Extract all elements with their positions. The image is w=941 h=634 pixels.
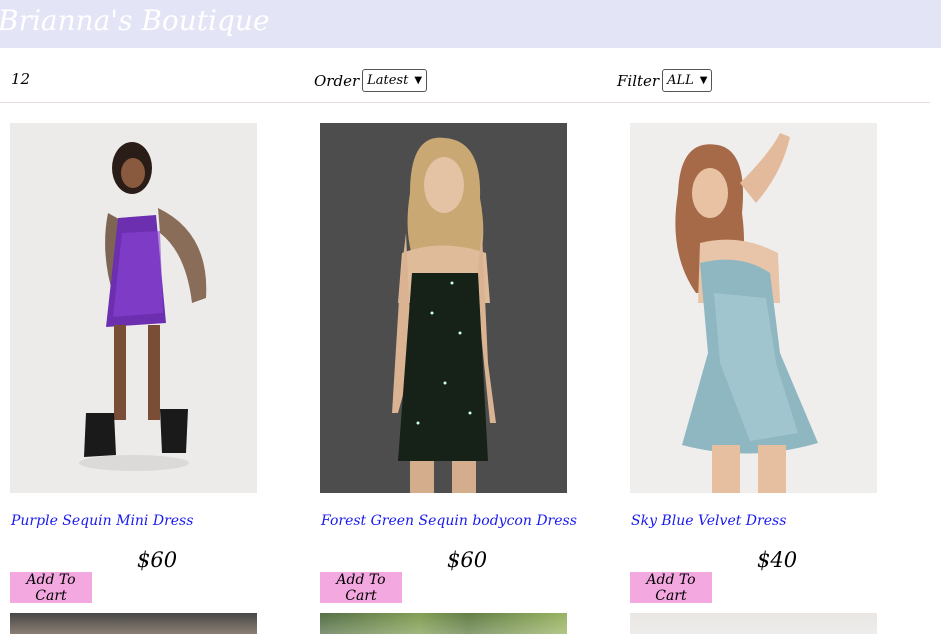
site-header: Brianna's Boutique (0, 0, 941, 48)
product-card: Purple Sequin Mini Dress $60 Add To Cart (10, 123, 310, 604)
product-price: $40 (757, 548, 798, 572)
product-price: $60 (137, 548, 178, 572)
product-count: 12 (11, 70, 31, 88)
chevron-down-icon: ▼ (414, 75, 423, 86)
product-name[interactable]: Forest Green Sequin bodycon Dress (321, 513, 577, 529)
order-control: Order Latest ▼ (314, 69, 428, 92)
order-select[interactable]: Latest ▼ (362, 69, 428, 92)
product-name[interactable]: Purple Sequin Mini Dress (11, 513, 193, 529)
product-card: Forest Green Sequin bodycon Dress $60 Ad… (320, 123, 620, 604)
filter-control: Filter ALL ▼ (617, 69, 713, 92)
product-image-next-row[interactable] (320, 613, 567, 634)
product-name[interactable]: Sky Blue Velvet Dress (631, 513, 786, 529)
product-card: Sky Blue Velvet Dress $40 Add To Cart (630, 123, 930, 604)
order-select-value: Latest (367, 73, 409, 88)
product-image[interactable] (320, 123, 567, 493)
product-image-next-row[interactable] (630, 613, 877, 634)
product-image[interactable] (10, 123, 257, 493)
filter-select[interactable]: ALL ▼ (662, 69, 713, 92)
filter-select-value: ALL (667, 73, 694, 88)
filter-label: Filter (617, 71, 660, 90)
product-image-next-row[interactable] (10, 613, 257, 634)
add-to-cart-button[interactable]: Add To Cart (10, 572, 92, 604)
chevron-down-icon: ▼ (699, 75, 708, 86)
add-to-cart-button[interactable]: Add To Cart (320, 572, 402, 604)
add-to-cart-button[interactable]: Add To Cart (630, 572, 712, 604)
filter-bar: 12 Order Latest ▼ Filter ALL ▼ (0, 58, 930, 103)
brand-logo[interactable]: Brianna's Boutique (0, 4, 270, 37)
product-price: $60 (447, 548, 488, 572)
order-label: Order (314, 71, 360, 90)
product-image[interactable] (630, 123, 877, 493)
